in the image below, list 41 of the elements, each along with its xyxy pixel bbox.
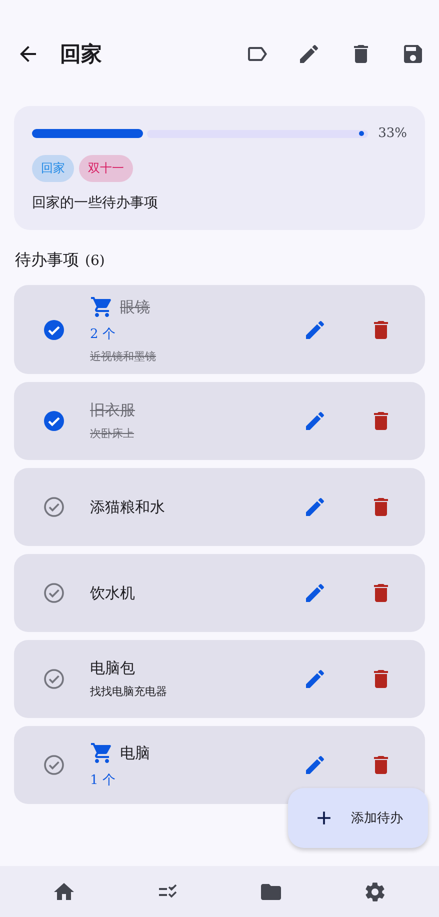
item-count: (6): [85, 253, 105, 269]
quantity-text: 1 个: [90, 772, 116, 789]
section-title: 待办事项: [15, 250, 79, 271]
checked-circle-icon[interactable]: [42, 318, 66, 342]
unchecked-circle-icon[interactable]: [42, 667, 66, 691]
todo-item[interactable]: 电脑包 找找电脑充电器: [14, 640, 425, 718]
cart-icon: [90, 741, 114, 765]
edit-icon[interactable]: [297, 42, 321, 66]
description-text: 回家的一些待办事项: [32, 194, 159, 212]
todo-title: 添猫粮和水: [90, 498, 165, 516]
page-title: 回家: [60, 40, 102, 68]
settings-icon[interactable]: [363, 880, 388, 904]
unchecked-circle-icon[interactable]: [42, 581, 66, 605]
todo-item[interactable]: 饮水机: [14, 554, 425, 632]
todo-item[interactable]: 旧衣服 次卧床上: [14, 382, 425, 460]
add-todo-button[interactable]: 添加待办: [288, 788, 428, 848]
edit-icon[interactable]: [303, 667, 327, 691]
unchecked-circle-icon[interactable]: [42, 495, 66, 519]
edit-icon[interactable]: [303, 581, 327, 605]
todo-note: 近视镜和墨镜: [90, 349, 156, 364]
cart-icon: [90, 295, 114, 319]
todo-title: 饮水机: [90, 584, 135, 602]
edit-icon[interactable]: [303, 753, 327, 777]
progress-reading: 33%: [378, 126, 407, 141]
todo-item[interactable]: 电脑 1 个: [14, 726, 425, 804]
tag-chip: 回家: [32, 155, 74, 182]
todo-note: 次卧床上: [90, 426, 134, 441]
unchecked-circle-icon[interactable]: [42, 753, 66, 777]
todo-item[interactable]: 添猫粮和水: [14, 468, 425, 546]
todo-note: 找找电脑充电器: [90, 684, 167, 699]
todo-title: 电脑包: [90, 659, 135, 678]
todo-title: 眼镜: [120, 298, 150, 316]
edit-icon[interactable]: [303, 409, 327, 433]
todo-title: 旧衣服: [90, 401, 135, 420]
save-icon[interactable]: [401, 42, 425, 66]
edit-icon[interactable]: [303, 495, 327, 519]
checked-circle-icon[interactable]: [42, 409, 66, 433]
todo-title: 电脑: [120, 744, 150, 762]
todo-item[interactable]: 眼镜 2 个 近视镜和墨镜: [14, 285, 425, 374]
tag-chip: 双十一: [79, 155, 133, 182]
quantity-text: 2 个: [90, 326, 116, 343]
